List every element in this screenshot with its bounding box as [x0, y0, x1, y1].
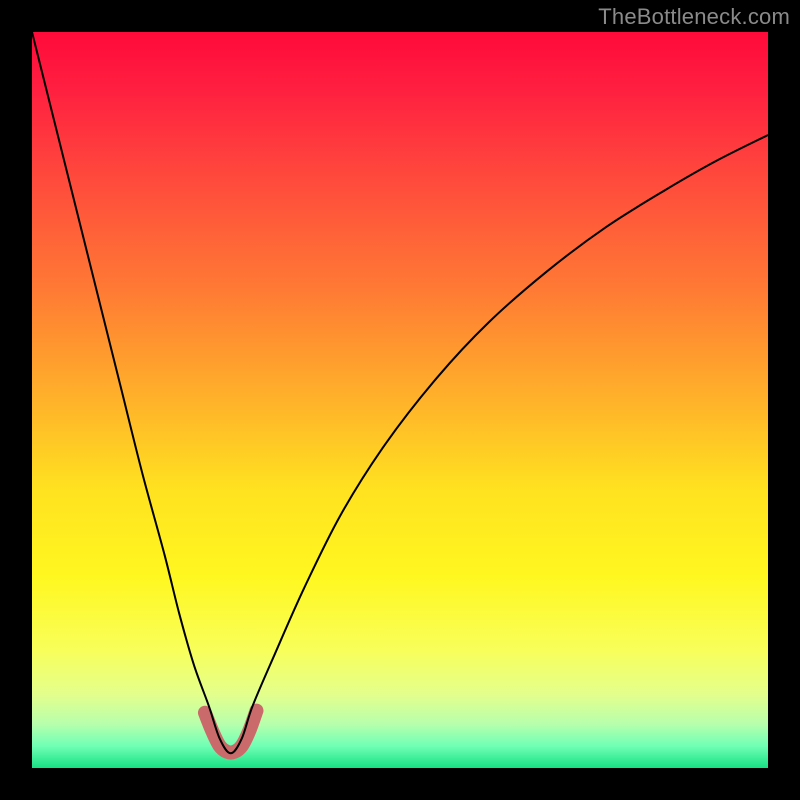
plot-area: [32, 32, 768, 768]
curve-layer: [32, 32, 768, 768]
chart-frame: TheBottleneck.com: [0, 0, 800, 800]
bottleneck-curve: [32, 32, 768, 753]
watermark-text: TheBottleneck.com: [598, 4, 790, 30]
